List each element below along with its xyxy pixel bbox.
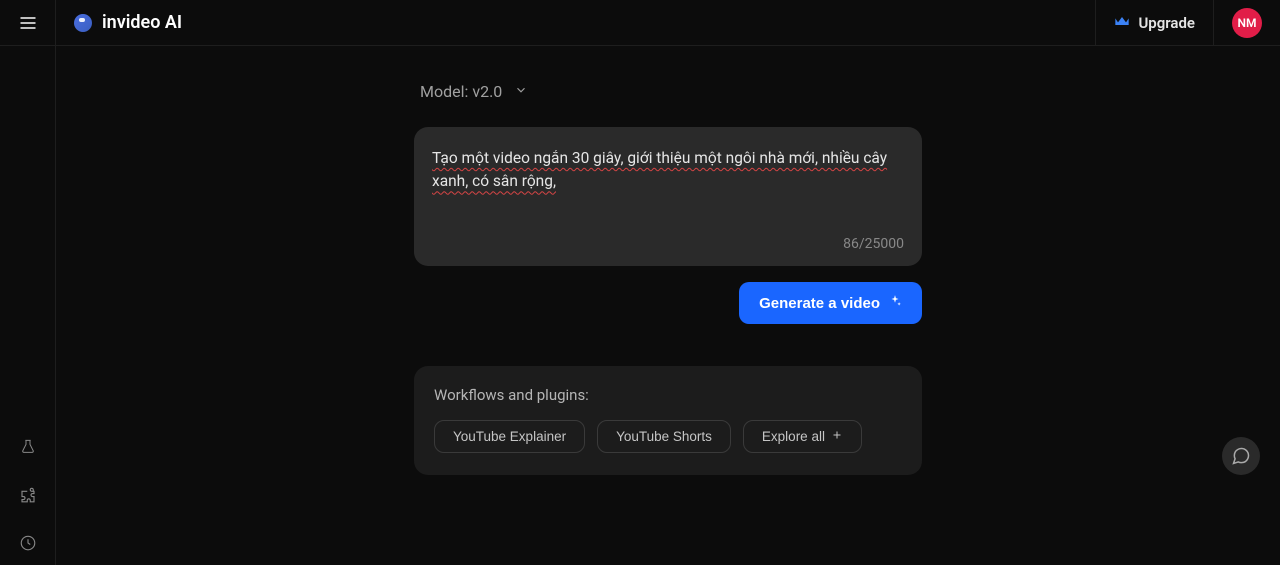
char-count: 86/25000 xyxy=(432,236,904,252)
avatar[interactable]: NM xyxy=(1232,8,1262,38)
brand-text: invideo AI xyxy=(102,12,182,33)
generate-button[interactable]: Generate a video xyxy=(739,282,922,324)
chip-label: Explore all xyxy=(762,429,825,444)
sidebar-plugin-icon[interactable] xyxy=(18,485,38,505)
sparkle-icon xyxy=(888,294,902,312)
crown-icon xyxy=(1114,14,1130,32)
plus-icon xyxy=(831,429,843,444)
left-sidebar xyxy=(0,46,56,565)
workflows-title: Workflows and plugins: xyxy=(434,386,902,404)
workflows-box: Workflows and plugins: YouTube Explainer… xyxy=(414,366,922,475)
main-content: Model: v2.0 Tạo một video ngắn 30 giây, … xyxy=(56,46,1280,565)
chip-label: YouTube Shorts xyxy=(616,429,712,444)
prompt-textarea[interactable]: Tạo một video ngắn 30 giây, giới thiệu m… xyxy=(432,147,904,232)
generate-label: Generate a video xyxy=(759,295,880,312)
main-layout: Model: v2.0 Tạo một video ngắn 30 giây, … xyxy=(0,46,1280,565)
upgrade-label: Upgrade xyxy=(1138,14,1195,32)
chevron-down-icon xyxy=(514,82,528,101)
header-left: invideo AI xyxy=(0,0,182,45)
help-button[interactable] xyxy=(1222,437,1260,475)
brand[interactable]: invideo AI xyxy=(56,12,182,33)
brand-logo-icon xyxy=(74,14,92,32)
hamburger-menu[interactable] xyxy=(0,0,56,45)
model-label: Model: v2.0 xyxy=(420,82,502,101)
sidebar-flask-icon[interactable] xyxy=(18,437,38,457)
upgrade-button[interactable]: Upgrade xyxy=(1095,0,1214,45)
generate-row: Generate a video xyxy=(414,282,922,324)
chip-label: YouTube Explainer xyxy=(453,429,566,444)
sidebar-history-icon[interactable] xyxy=(18,533,38,553)
app-header: invideo AI Upgrade NM xyxy=(0,0,1280,46)
chip-youtube-explainer[interactable]: YouTube Explainer xyxy=(434,420,585,453)
avatar-initials: NM xyxy=(1238,16,1257,30)
chip-explore-all[interactable]: Explore all xyxy=(743,420,862,453)
header-right: Upgrade NM xyxy=(1095,0,1262,45)
hamburger-icon xyxy=(18,13,38,33)
chip-youtube-shorts[interactable]: YouTube Shorts xyxy=(597,420,731,453)
chat-icon xyxy=(1231,446,1251,466)
model-selector[interactable]: Model: v2.0 xyxy=(414,82,922,101)
prompt-box[interactable]: Tạo một video ngắn 30 giây, giới thiệu m… xyxy=(414,127,922,266)
workflow-chips: YouTube Explainer YouTube Shorts Explore… xyxy=(434,420,902,453)
